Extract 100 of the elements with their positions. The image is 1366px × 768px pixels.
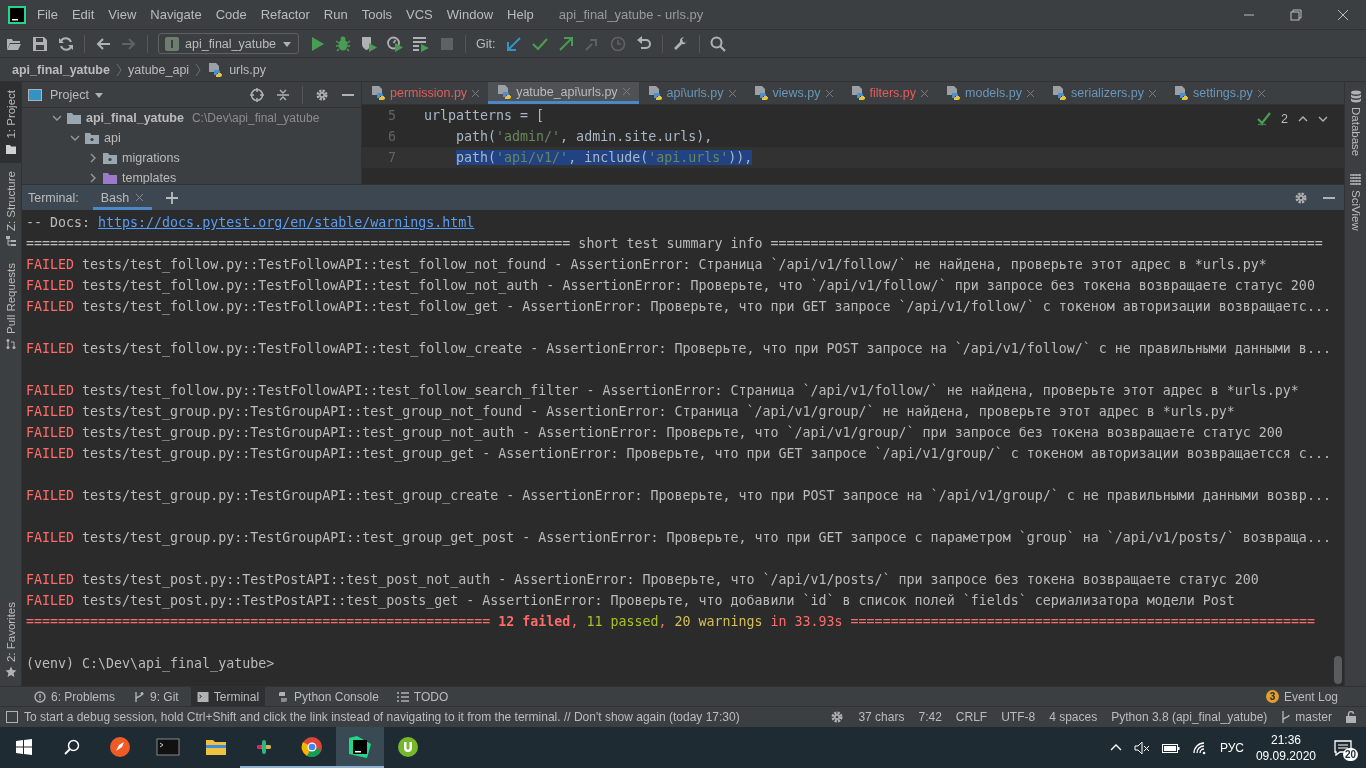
chevron-up-icon[interactable] (1298, 114, 1308, 124)
close-icon[interactable] (135, 193, 145, 202)
collapse-icon[interactable] (276, 87, 290, 102)
close-icon[interactable] (471, 88, 481, 98)
status-item[interactable]: CRLF (955, 710, 988, 724)
battery-icon[interactable] (1161, 741, 1180, 754)
editor-tab[interactable]: views.py (744, 82, 842, 104)
close-icon[interactable] (920, 88, 930, 98)
shield-run-icon[interactable] (361, 35, 378, 52)
gauge-run-icon[interactable] (387, 35, 404, 52)
chevron-right-icon[interactable] (88, 153, 98, 163)
settings-icon[interactable] (315, 87, 329, 102)
close-icon[interactable] (1147, 88, 1157, 98)
menu-item[interactable]: Tools (354, 7, 400, 22)
tool-window-tab[interactable]: 2: Favorites (0, 593, 21, 686)
list-run-icon[interactable] (413, 35, 430, 52)
taskbar-app[interactable] (336, 727, 384, 768)
editor-tab[interactable]: models.py (937, 82, 1044, 104)
menu-item[interactable]: Run (316, 7, 355, 22)
tree-item[interactable]: api_final_yatube (86, 111, 184, 125)
branch-icon (133, 690, 146, 703)
menu-item[interactable]: Edit (64, 7, 102, 22)
search-icon[interactable] (709, 35, 726, 52)
menu-item[interactable]: VCS (399, 7, 440, 22)
status-item[interactable]: 37 chars (858, 710, 905, 724)
editor-tab[interactable]: yatube_api\urls.py (488, 82, 639, 104)
tool-window-tab[interactable]: SciView (1345, 172, 1366, 233)
database-icon (1349, 90, 1362, 103)
wifi-icon[interactable] (1191, 740, 1208, 755)
menu-item[interactable]: Help (500, 7, 541, 22)
list-icon (396, 690, 409, 703)
language-indicator[interactable]: РУС (1219, 740, 1244, 755)
python-file-icon (370, 85, 386, 101)
lock-icon[interactable] (1346, 711, 1356, 723)
chevron-right-icon[interactable] (88, 173, 98, 183)
status-item[interactable]: Python 3.8 (api_final_yatube) (1111, 710, 1268, 724)
editor-tab[interactable]: permission.py (362, 82, 489, 104)
docs-link[interactable]: https://docs.pytest.org/en/stable/warnings.html (98, 215, 475, 230)
terminal-line: FAILED tests/test_group.py::TestGroupAPI::test_group_get_post - AssertionError: Проверьте, что при GET запросе с параметром `group` на `/api/v1/posts/` возвраща... (26, 529, 1331, 548)
status-item[interactable]: 4 spaces (1049, 710, 1098, 724)
terminal-line: FAILED tests/test_post.py::TestPostAPI::test_post_not_auth - AssertionError: Проверьте, что `/api/v1/posts/` при запросе без токена возвращаете статус 200 (26, 571, 1259, 590)
run-icon[interactable] (309, 35, 326, 52)
locate-icon[interactable] (250, 87, 264, 102)
restore-icon (1289, 8, 1302, 21)
menu-item[interactable]: Navigate (143, 7, 209, 22)
chevron-down-icon[interactable] (1318, 114, 1328, 124)
settings-icon[interactable] (1294, 190, 1308, 205)
terminal-line: FAILED tests/test_group.py::TestGroupAPI::test_group_get - AssertionError: Проверьте, что при GET запросе `/api/v1/group/` с токеном авторизации возвращаетсся с... (26, 445, 1331, 464)
git-branch-button[interactable]: master (1281, 710, 1332, 724)
scrollbar[interactable] (1334, 656, 1342, 684)
folder-icon (66, 110, 82, 126)
undo-icon[interactable] (635, 35, 652, 52)
tool-window-button[interactable]: TODO (390, 686, 455, 707)
tool-window-button[interactable]: Python Console (271, 686, 385, 707)
update-arrow-icon[interactable] (505, 35, 522, 52)
event-log-button[interactable]: 3 Event Log (1259, 686, 1344, 707)
editor-tab[interactable]: serializers.py (1043, 82, 1165, 104)
menu-item[interactable]: File (30, 7, 65, 22)
tree-item[interactable]: templates (122, 171, 177, 184)
wrench-icon[interactable] (672, 35, 689, 52)
panel-toggle-icon[interactable] (6, 711, 18, 723)
menu-item[interactable]: Refactor (253, 7, 317, 22)
speaker-muted-icon[interactable] (1133, 740, 1150, 755)
status-item[interactable]: UTF-8 (1001, 710, 1036, 724)
editor-tab[interactable]: filters.py (841, 82, 938, 104)
editor-tab[interactable]: api\urls.py (638, 82, 745, 104)
back-arrow-icon[interactable] (95, 35, 111, 52)
menu-item[interactable]: Window (439, 7, 501, 22)
chevron-down-icon[interactable] (70, 133, 80, 143)
project-view-dropdown[interactable]: Project (50, 87, 104, 102)
tool-window-tab[interactable]: 1: Project (0, 82, 21, 163)
tool-window-button[interactable]: 6: Problems (28, 686, 122, 707)
tree-item[interactable]: migrations (122, 151, 180, 165)
sync-icon[interactable] (58, 35, 74, 52)
star-icon (4, 666, 17, 678)
terminal-line: FAILED tests/test_group.py::TestGroupAPI::test_group_create - AssertionError: Проверьте, что при POST запросе на `/api/v1/group/` с не правильными данными возвр... (26, 487, 1331, 506)
breadcrumb-item[interactable]: urls.py (229, 62, 266, 77)
close-icon[interactable] (1026, 88, 1036, 98)
chevron-right-icon (115, 62, 122, 77)
tool-window-button[interactable]: 9: Git (127, 686, 185, 707)
bug-icon[interactable] (335, 35, 352, 52)
chevron-down-icon[interactable] (52, 113, 62, 123)
save-icon[interactable] (32, 35, 48, 52)
breadcrumb-item[interactable]: yatube_api (127, 62, 190, 77)
status-item[interactable]: 7:42 (918, 710, 942, 724)
tool-window-tab[interactable]: Pull Requests (0, 254, 21, 358)
push-arrow-icon[interactable] (557, 35, 574, 52)
add-icon[interactable] (166, 191, 179, 204)
tree-item[interactable]: api (104, 131, 121, 145)
tool-window-tab[interactable]: Database (1345, 88, 1366, 159)
run-config-dropdown[interactable]: api_final_yatube (158, 33, 300, 54)
menu-item[interactable]: View (101, 7, 144, 22)
close-icon[interactable] (727, 88, 737, 98)
menu-item[interactable]: Code (208, 7, 254, 22)
close-icon[interactable] (824, 88, 834, 98)
tool-window-button[interactable]: Terminal (190, 686, 266, 707)
breadcrumb-item[interactable]: api_final_yatube (12, 62, 110, 77)
tool-window-tab[interactable]: Z: Structure (0, 162, 21, 255)
editor-tab[interactable]: settings.py (1164, 82, 1274, 104)
close-icon[interactable] (1256, 88, 1266, 98)
